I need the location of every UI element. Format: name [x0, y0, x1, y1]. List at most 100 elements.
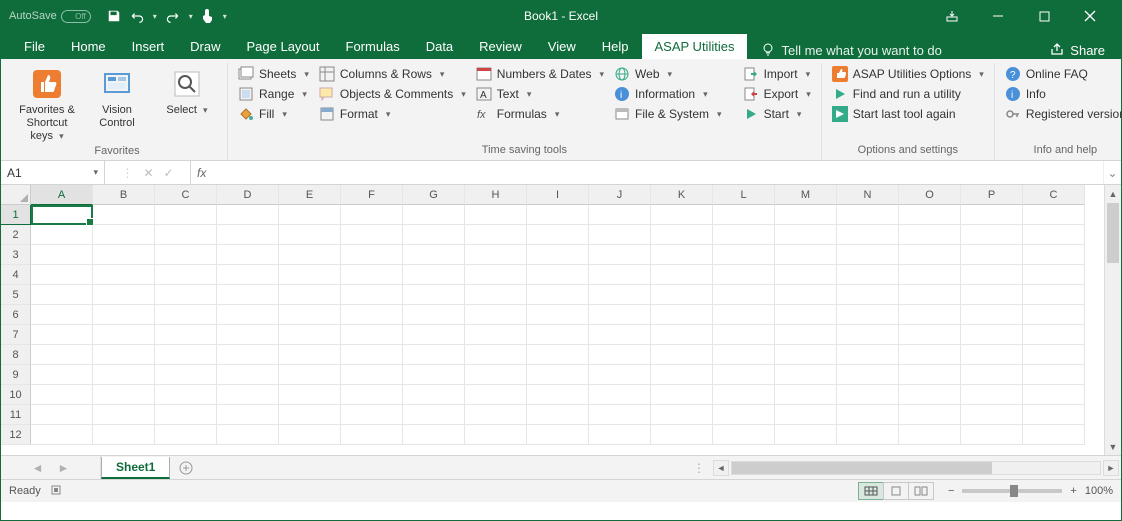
- cell[interactable]: [775, 245, 837, 265]
- select-button[interactable]: Select: [155, 65, 219, 117]
- cell[interactable]: [713, 225, 775, 245]
- cell[interactable]: [899, 285, 961, 305]
- cell[interactable]: [899, 425, 961, 445]
- cell[interactable]: [527, 245, 589, 265]
- cell[interactable]: [775, 265, 837, 285]
- cell[interactable]: [1023, 325, 1085, 345]
- cell[interactable]: [465, 265, 527, 285]
- fill-button[interactable]: Fill: [236, 105, 311, 123]
- cell[interactable]: [527, 405, 589, 425]
- cell[interactable]: [279, 425, 341, 445]
- column-header[interactable]: A: [31, 185, 93, 205]
- asap-options-button[interactable]: ASAP Utilities Options: [830, 65, 986, 83]
- cell[interactable]: [713, 205, 775, 225]
- row-header[interactable]: 9: [1, 365, 31, 385]
- ribbon-display-options-icon[interactable]: [929, 1, 975, 31]
- cell[interactable]: [465, 385, 527, 405]
- column-header[interactable]: J: [589, 185, 651, 205]
- cell[interactable]: [837, 205, 899, 225]
- cell[interactable]: [651, 345, 713, 365]
- cell[interactable]: [1023, 305, 1085, 325]
- column-header[interactable]: C: [155, 185, 217, 205]
- web-button[interactable]: Web: [612, 65, 724, 83]
- cell[interactable]: [589, 385, 651, 405]
- cell[interactable]: [775, 425, 837, 445]
- cell[interactable]: [713, 325, 775, 345]
- cell[interactable]: [775, 285, 837, 305]
- tab-file[interactable]: File: [11, 34, 58, 59]
- cell[interactable]: [837, 225, 899, 245]
- find-run-utility-button[interactable]: Find and run a utility: [830, 85, 986, 103]
- cell[interactable]: [217, 205, 279, 225]
- undo-icon[interactable]: [129, 9, 145, 23]
- cell[interactable]: [651, 205, 713, 225]
- cell[interactable]: [31, 205, 93, 225]
- sheet-split-icon[interactable]: ⋮: [687, 456, 711, 479]
- cell[interactable]: [775, 385, 837, 405]
- cell[interactable]: [651, 305, 713, 325]
- cell[interactable]: [93, 205, 155, 225]
- cell[interactable]: [155, 405, 217, 425]
- cell[interactable]: [589, 305, 651, 325]
- cell[interactable]: [93, 325, 155, 345]
- cell[interactable]: [403, 345, 465, 365]
- cell[interactable]: [31, 245, 93, 265]
- cell[interactable]: [837, 265, 899, 285]
- cell[interactable]: [589, 365, 651, 385]
- tab-home[interactable]: Home: [58, 34, 119, 59]
- tab-help[interactable]: Help: [589, 34, 642, 59]
- cell[interactable]: [93, 305, 155, 325]
- row-header[interactable]: 11: [1, 405, 31, 425]
- cell[interactable]: [403, 205, 465, 225]
- formulas-button[interactable]: fxFormulas: [474, 105, 606, 123]
- column-header[interactable]: C: [1023, 185, 1085, 205]
- cell[interactable]: [589, 245, 651, 265]
- sheet-next-icon[interactable]: ►: [58, 461, 70, 475]
- cell[interactable]: [217, 405, 279, 425]
- cell[interactable]: [217, 345, 279, 365]
- cell[interactable]: [651, 245, 713, 265]
- cell[interactable]: [961, 305, 1023, 325]
- row-header[interactable]: 3: [1, 245, 31, 265]
- tab-view[interactable]: View: [535, 34, 589, 59]
- cell[interactable]: [837, 425, 899, 445]
- cell[interactable]: [279, 245, 341, 265]
- cell[interactable]: [1023, 345, 1085, 365]
- cell[interactable]: [31, 285, 93, 305]
- cell[interactable]: [899, 205, 961, 225]
- cell[interactable]: [155, 385, 217, 405]
- cell[interactable]: [651, 225, 713, 245]
- column-header[interactable]: D: [217, 185, 279, 205]
- cell[interactable]: [1023, 385, 1085, 405]
- row-header[interactable]: 1: [1, 205, 31, 225]
- cell[interactable]: [155, 345, 217, 365]
- name-box[interactable]: A1 ▾: [1, 161, 105, 184]
- maximize-button[interactable]: [1021, 1, 1067, 31]
- start-last-tool-button[interactable]: Start last tool again: [830, 105, 986, 123]
- cell[interactable]: [279, 365, 341, 385]
- cell[interactable]: [341, 285, 403, 305]
- cell[interactable]: [775, 345, 837, 365]
- row-header[interactable]: 7: [1, 325, 31, 345]
- cell[interactable]: [31, 325, 93, 345]
- scroll-down-icon[interactable]: ▼: [1105, 438, 1121, 455]
- cell[interactable]: [651, 365, 713, 385]
- format-button[interactable]: Format: [317, 105, 468, 123]
- cell[interactable]: [93, 345, 155, 365]
- cell[interactable]: [465, 425, 527, 445]
- sheet-tab-active[interactable]: Sheet1: [101, 457, 170, 479]
- text-button[interactable]: AText: [474, 85, 606, 103]
- row-header[interactable]: 8: [1, 345, 31, 365]
- column-header[interactable]: P: [961, 185, 1023, 205]
- zoom-in-button[interactable]: +: [1070, 485, 1076, 497]
- cell[interactable]: [961, 285, 1023, 305]
- cell[interactable]: [527, 205, 589, 225]
- cell[interactable]: [527, 345, 589, 365]
- cell[interactable]: [341, 205, 403, 225]
- row-header[interactable]: 12: [1, 425, 31, 445]
- cell[interactable]: [527, 285, 589, 305]
- cell[interactable]: [403, 245, 465, 265]
- cell[interactable]: [465, 305, 527, 325]
- cell[interactable]: [403, 265, 465, 285]
- cell[interactable]: [217, 305, 279, 325]
